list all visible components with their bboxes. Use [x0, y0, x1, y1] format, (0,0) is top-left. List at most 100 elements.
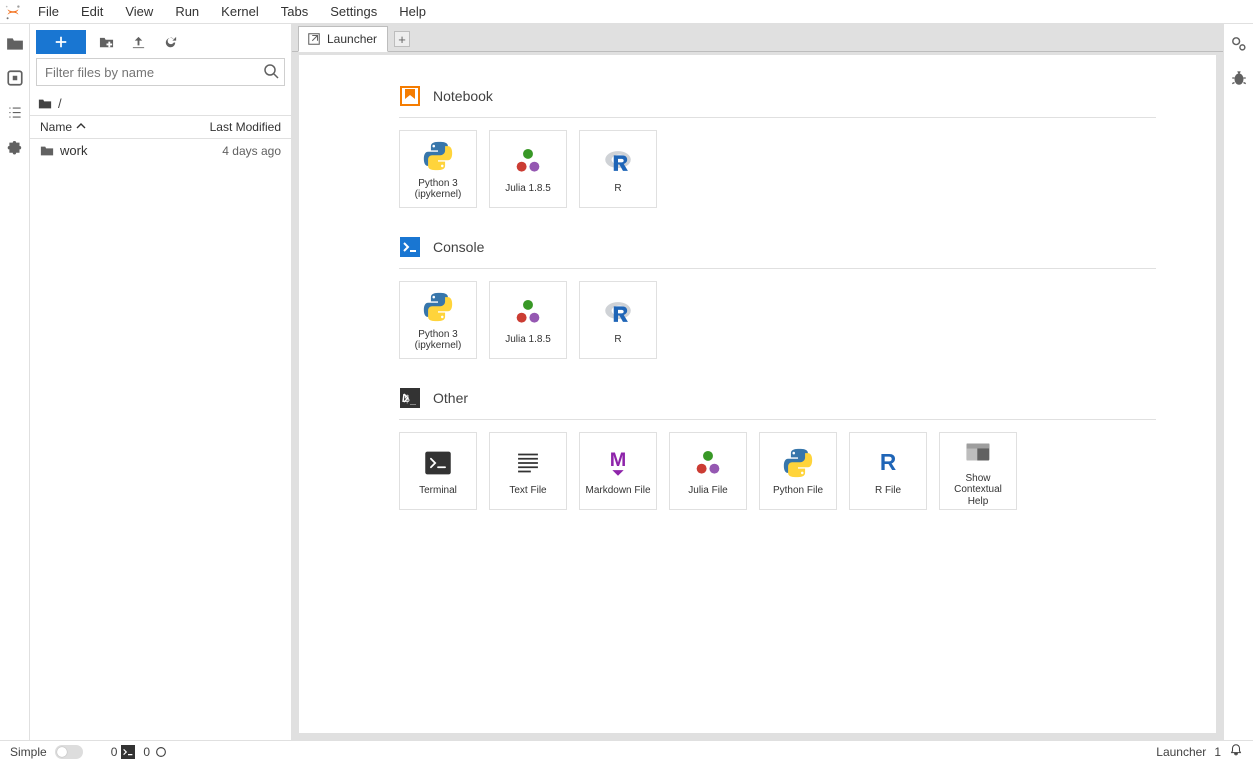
menu-run[interactable]: Run: [165, 2, 209, 21]
breadcrumb[interactable]: /: [30, 92, 291, 115]
folder-icon: [40, 144, 54, 158]
terminal-icon: [420, 445, 456, 481]
section-title: Notebook: [433, 88, 493, 104]
help-panel-icon: [960, 435, 996, 469]
card-console-julia[interactable]: Julia 1.8.5: [489, 281, 567, 359]
list-item[interactable]: work 4 days ago: [30, 139, 291, 162]
card-label: Text File: [509, 485, 546, 497]
card-label: Julia 1.8.5: [505, 334, 551, 346]
julia-icon: [510, 143, 546, 179]
card-label: Julia 1.8.5: [505, 183, 551, 195]
count-value: 0: [111, 745, 118, 759]
menu-view[interactable]: View: [115, 2, 163, 21]
breadcrumb-path: /: [58, 96, 62, 111]
card-rfile[interactable]: R File: [849, 432, 927, 510]
folder-icon: [38, 97, 52, 111]
julia-icon: [690, 445, 726, 481]
statusbar: Simple 0 0 Launcher 1: [0, 740, 1253, 762]
status-mode: Launcher: [1156, 745, 1206, 759]
julia-icon: [510, 294, 546, 330]
card-console-python[interactable]: Python 3 (ipykernel): [399, 281, 477, 359]
menu-file[interactable]: File: [28, 2, 69, 21]
textfile-icon: [510, 445, 546, 481]
markdown-icon: [600, 445, 636, 481]
card-notebook-python[interactable]: Python 3 (ipykernel): [399, 130, 477, 208]
card-label: Python 3 (ipykernel): [404, 329, 472, 352]
card-notebook-r[interactable]: R: [579, 130, 657, 208]
python-icon: [780, 445, 816, 481]
card-markdown[interactable]: Markdown File: [579, 432, 657, 510]
column-name[interactable]: Name: [40, 120, 86, 134]
section-title: Console: [433, 239, 484, 255]
card-label: R File: [875, 485, 901, 497]
file-name: work: [60, 143, 87, 158]
new-folder-icon[interactable]: [94, 30, 118, 54]
left-activity-bar: [0, 24, 30, 740]
running-icon[interactable]: [5, 68, 25, 88]
card-label: Terminal: [419, 485, 457, 497]
card-juliafile[interactable]: Julia File: [669, 432, 747, 510]
card-label: Python File: [773, 485, 823, 497]
search-icon: [263, 63, 279, 82]
refresh-icon[interactable]: [158, 30, 182, 54]
r-icon: [600, 143, 636, 179]
search-input[interactable]: [36, 58, 285, 86]
simple-mode-toggle[interactable]: [55, 745, 83, 759]
add-tab-button[interactable]: +: [394, 31, 410, 47]
file-browser: / Name Last Modified work 4 days ago: [30, 24, 292, 740]
simple-mode-label: Simple: [10, 745, 47, 759]
jupyter-logo-icon: [4, 3, 22, 21]
card-label: Markdown File: [585, 485, 650, 497]
card-label: R: [614, 334, 621, 346]
launch-icon: [307, 32, 321, 46]
file-list: work 4 days ago: [30, 139, 291, 740]
tabbar: Launcher +: [292, 24, 1223, 52]
card-console-r[interactable]: R: [579, 281, 657, 359]
menu-settings[interactable]: Settings: [320, 2, 387, 21]
extensions-puzzle-icon[interactable]: [5, 136, 25, 156]
python-icon: [420, 138, 456, 174]
card-label: Python 3 (ipykernel): [404, 178, 472, 201]
kernels-count[interactable]: 0: [111, 745, 136, 759]
folder-icon[interactable]: [5, 34, 25, 54]
main-area: Launcher + Notebook Python 3 (ipykernel: [292, 24, 1223, 740]
card-contextual-help[interactable]: Show Contextual Help: [939, 432, 1017, 510]
card-label: Julia File: [688, 485, 727, 497]
new-launcher-button[interactable]: [36, 30, 86, 54]
right-activity-bar: [1223, 24, 1253, 740]
launcher-panel: Notebook Python 3 (ipykernel) Julia 1.8.…: [298, 54, 1217, 734]
terminal-chip-icon: [121, 745, 135, 759]
notification-count[interactable]: 1: [1214, 745, 1221, 759]
menubar: File Edit View Run Kernel Tabs Settings …: [0, 0, 1253, 24]
property-inspector-gears-icon[interactable]: [1229, 34, 1249, 54]
menu-kernel[interactable]: Kernel: [211, 2, 269, 21]
menu-tabs[interactable]: Tabs: [271, 2, 318, 21]
column-name-label: Name: [40, 120, 72, 134]
python-icon: [420, 289, 456, 325]
toc-list-icon[interactable]: [5, 102, 25, 122]
file-list-header: Name Last Modified: [30, 115, 291, 139]
tab-label: Launcher: [327, 32, 377, 46]
card-label: Show Contextual Help: [944, 473, 1012, 508]
tab-launcher[interactable]: Launcher: [298, 26, 388, 52]
card-label: R: [614, 183, 621, 195]
terminals-count[interactable]: 0: [143, 745, 168, 759]
column-modified[interactable]: Last Modified: [210, 120, 281, 134]
other-section-icon: [399, 387, 421, 409]
bell-icon[interactable]: [1229, 743, 1243, 760]
notebook-section-icon: [399, 85, 421, 107]
upload-icon[interactable]: [126, 30, 150, 54]
chevron-up-icon: [76, 120, 86, 134]
section-title: Other: [433, 390, 468, 406]
card-pythonfile[interactable]: Python File: [759, 432, 837, 510]
menu-help[interactable]: Help: [389, 2, 436, 21]
card-textfile[interactable]: Text File: [489, 432, 567, 510]
menu-edit[interactable]: Edit: [71, 2, 113, 21]
rfile-icon: [870, 445, 906, 481]
card-notebook-julia[interactable]: Julia 1.8.5: [489, 130, 567, 208]
kernel-circle-icon: [154, 745, 168, 759]
debugger-bug-icon[interactable]: [1229, 68, 1249, 88]
console-section-icon: [399, 236, 421, 258]
r-icon: [600, 294, 636, 330]
card-terminal[interactable]: Terminal: [399, 432, 477, 510]
